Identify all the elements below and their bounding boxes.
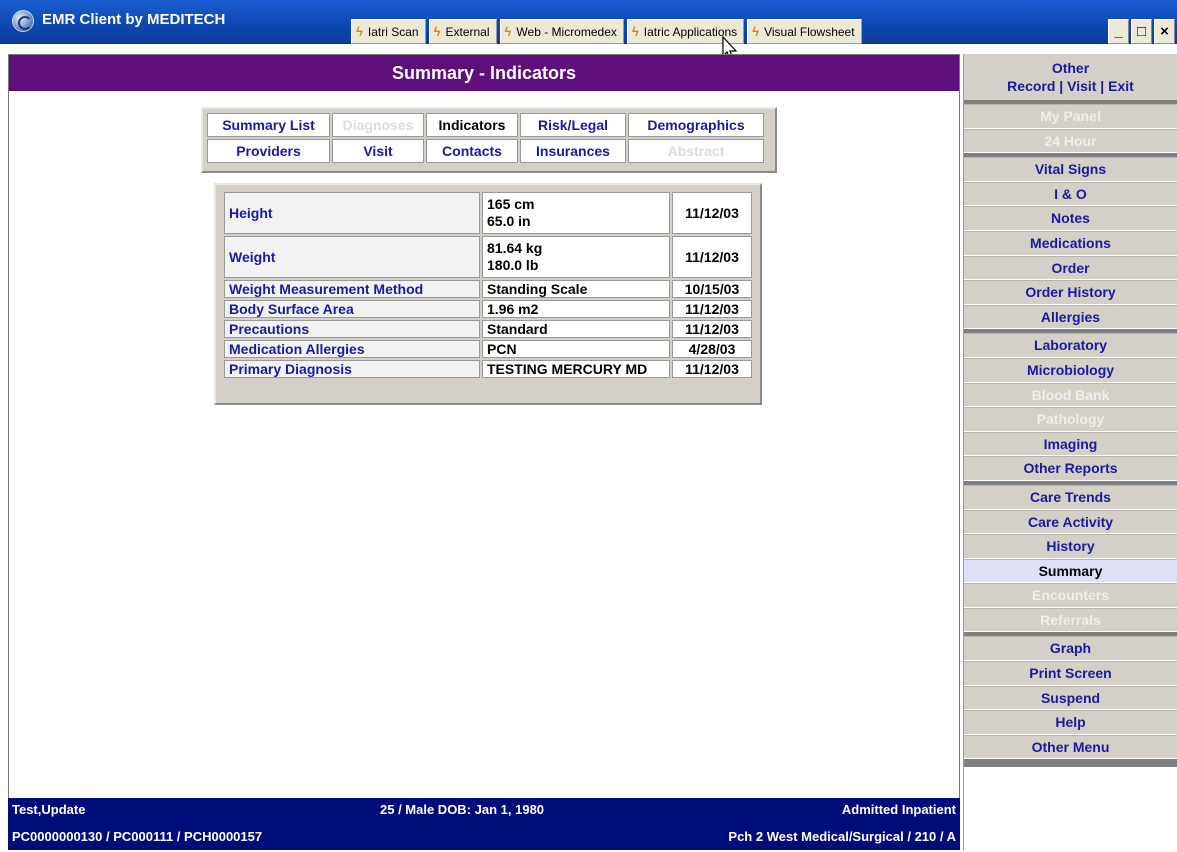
nav-referrals: Referrals bbox=[964, 607, 1177, 633]
table-row: Body Surface Area 1.96 m2 11/12/03 bbox=[224, 300, 752, 318]
indicator-date: 11/12/03 bbox=[672, 192, 752, 234]
nav-separator bbox=[964, 759, 1177, 768]
indicator-date: 11/12/03 bbox=[672, 320, 752, 338]
nav-other-reports[interactable]: Other Reports bbox=[964, 456, 1177, 481]
window-controls: _ □ × bbox=[1108, 19, 1175, 44]
nav-other-menu[interactable]: Other Menu bbox=[964, 734, 1177, 760]
indicator-value: 165 cm 65.0 in bbox=[482, 192, 670, 234]
nav-history[interactable]: History bbox=[964, 534, 1177, 559]
indicator-value: Standard bbox=[482, 320, 670, 338]
indicator-label[interactable]: Height bbox=[224, 192, 480, 234]
patient-location: Pch 2 West Medical/Surgical / 210 / A bbox=[728, 829, 956, 844]
meditech-logo-icon bbox=[12, 10, 34, 32]
nav-blood-bank: Blood Bank bbox=[964, 382, 1177, 408]
indicator-value: TESTING MERCURY MD bbox=[482, 360, 670, 378]
nav-print-screen[interactable]: Print Screen bbox=[964, 661, 1177, 686]
lightning-icon: ϟ bbox=[504, 24, 512, 39]
indicator-value: PCN bbox=[482, 340, 670, 358]
summary-tabs: Summary List Diagnoses Indicators Risk/L… bbox=[201, 107, 777, 173]
page-title: Summary - Indicators bbox=[9, 55, 959, 91]
indicator-date: 11/12/03 bbox=[672, 300, 752, 318]
web-micromedex-button[interactable]: ϟ Web - Micromedex bbox=[499, 19, 624, 44]
lightning-icon: ϟ bbox=[356, 24, 363, 39]
nav-encounters: Encounters bbox=[964, 583, 1177, 608]
table-row: Weight 81.64 kg 180.0 lb 11/12/03 bbox=[224, 236, 752, 278]
lightning-icon: ϟ bbox=[752, 24, 760, 39]
exit-link[interactable]: Exit bbox=[1108, 78, 1134, 94]
tab-visit[interactable]: Visit bbox=[332, 139, 424, 163]
nav-laboratory[interactable]: Laboratory bbox=[964, 333, 1177, 358]
nav-allergies[interactable]: Allergies bbox=[964, 304, 1177, 330]
nav-care-trends[interactable]: Care Trends bbox=[964, 484, 1177, 510]
table-row: Height 165 cm 65.0 in 11/12/03 bbox=[224, 192, 752, 234]
nav-graph[interactable]: Graph bbox=[964, 636, 1177, 662]
external-button[interactable]: ϟ External bbox=[428, 19, 497, 44]
tab-abstract: Abstract bbox=[628, 139, 764, 163]
title-bar: EMR Client by MEDITECH ϟ Iatri Scan ϟ Exte… bbox=[0, 0, 1177, 44]
indicator-label[interactable]: Primary Diagnosis bbox=[224, 360, 480, 378]
tab-indicators[interactable]: Indicators bbox=[426, 113, 518, 137]
patient-demographics: 25 / Male DOB: Jan 1, 1980 bbox=[380, 802, 545, 817]
tab-demographics[interactable]: Demographics bbox=[628, 113, 764, 137]
table-row: Weight Measurement Method Standing Scale… bbox=[224, 280, 752, 298]
indicator-date: 4/28/03 bbox=[672, 340, 752, 358]
admission-status: Admitted Inpatient bbox=[841, 802, 956, 817]
tab-contacts[interactable]: Contacts bbox=[426, 139, 518, 163]
table-row: Precautions Standard 11/12/03 bbox=[224, 320, 752, 338]
nav-i-and-o[interactable]: I & O bbox=[964, 181, 1177, 207]
nav-care-activity[interactable]: Care Activity bbox=[964, 509, 1177, 535]
indicator-label[interactable]: Weight Measurement Method bbox=[224, 280, 480, 298]
nav-microbiology[interactable]: Microbiology bbox=[964, 357, 1177, 383]
indicator-label[interactable]: Medication Allergies bbox=[224, 340, 480, 358]
maximize-button[interactable]: □ bbox=[1131, 19, 1152, 44]
visual-flowsheet-button[interactable]: ϟ Visual Flowsheet bbox=[747, 19, 862, 44]
table-row: Primary Diagnosis TESTING MERCURY MD 11/… bbox=[224, 360, 752, 378]
indicator-label[interactable]: Precautions bbox=[224, 320, 480, 338]
minimize-button[interactable]: _ bbox=[1108, 19, 1129, 44]
tab-risk-legal[interactable]: Risk/Legal bbox=[520, 113, 626, 137]
table-row: Medication Allergies PCN 4/28/03 bbox=[224, 340, 752, 358]
record-link[interactable]: Record bbox=[1007, 78, 1055, 94]
indicator-date: 11/12/03 bbox=[672, 360, 752, 378]
nav-notes[interactable]: Notes bbox=[964, 206, 1177, 231]
indicator-label[interactable]: Body Surface Area bbox=[224, 300, 480, 318]
indicator-value: 81.64 kg 180.0 lb bbox=[482, 236, 670, 278]
indicator-date: 11/12/03 bbox=[672, 236, 752, 278]
nav-pathology: Pathology bbox=[964, 407, 1177, 432]
patient-name: Test,Update bbox=[12, 802, 86, 817]
lightning-icon: ϟ bbox=[631, 24, 639, 39]
other-nav-header: Other Record | Visit | Exit bbox=[964, 54, 1177, 104]
right-navigation: Other Record | Visit | Exit My Panel 24 … bbox=[963, 54, 1177, 850]
patient-status-bar: Test,Update 25 / Male DOB: Jan 1, 1980 A… bbox=[8, 798, 960, 850]
indicators-panel: Height 165 cm 65.0 in 11/12/03 Weight 81.… bbox=[214, 183, 762, 405]
main-content-frame: Summary - Indicators Summary List Diagno… bbox=[8, 54, 960, 800]
indicator-label[interactable]: Weight bbox=[224, 236, 480, 278]
indicators-table: Height 165 cm 65.0 in 11/12/03 Weight 81.… bbox=[222, 190, 754, 380]
indicator-date: 10/15/03 bbox=[672, 280, 752, 298]
nav-my-panel: My Panel bbox=[964, 104, 1177, 129]
other-label: Other bbox=[1051, 60, 1090, 76]
nav-medications[interactable]: Medications bbox=[964, 230, 1177, 256]
nav-order[interactable]: Order bbox=[964, 255, 1177, 281]
nav-24-hour: 24 Hour bbox=[964, 128, 1177, 154]
tab-insurances[interactable]: Insurances bbox=[520, 139, 626, 163]
patient-ids: PC0000000130 / PC000111 / PCH0000157 bbox=[12, 829, 263, 844]
visit-link[interactable]: Visit bbox=[1067, 78, 1096, 94]
nav-help[interactable]: Help bbox=[964, 710, 1177, 735]
indicator-value: Standing Scale bbox=[482, 280, 670, 298]
nav-order-history[interactable]: Order History bbox=[964, 280, 1177, 305]
nav-imaging[interactable]: Imaging bbox=[964, 431, 1177, 457]
iatri-scan-button[interactable]: ϟ Iatri Scan bbox=[351, 19, 426, 44]
external-app-buttons: ϟ Iatri Scan ϟ External ϟ Web - Micromedex … bbox=[351, 19, 865, 44]
indicator-value: 1.96 m2 bbox=[482, 300, 670, 318]
nav-summary[interactable]: Summary bbox=[964, 558, 1177, 584]
close-button[interactable]: × bbox=[1154, 19, 1175, 44]
tab-summary-list[interactable]: Summary List bbox=[207, 113, 330, 137]
tab-diagnoses: Diagnoses bbox=[332, 113, 424, 137]
app-title: EMR Client by MEDITECH bbox=[42, 11, 226, 28]
nav-suspend[interactable]: Suspend bbox=[964, 685, 1177, 711]
tab-providers[interactable]: Providers bbox=[207, 139, 330, 163]
nav-vital-signs[interactable]: Vital Signs bbox=[964, 157, 1177, 182]
lightning-icon: ϟ bbox=[433, 24, 441, 39]
